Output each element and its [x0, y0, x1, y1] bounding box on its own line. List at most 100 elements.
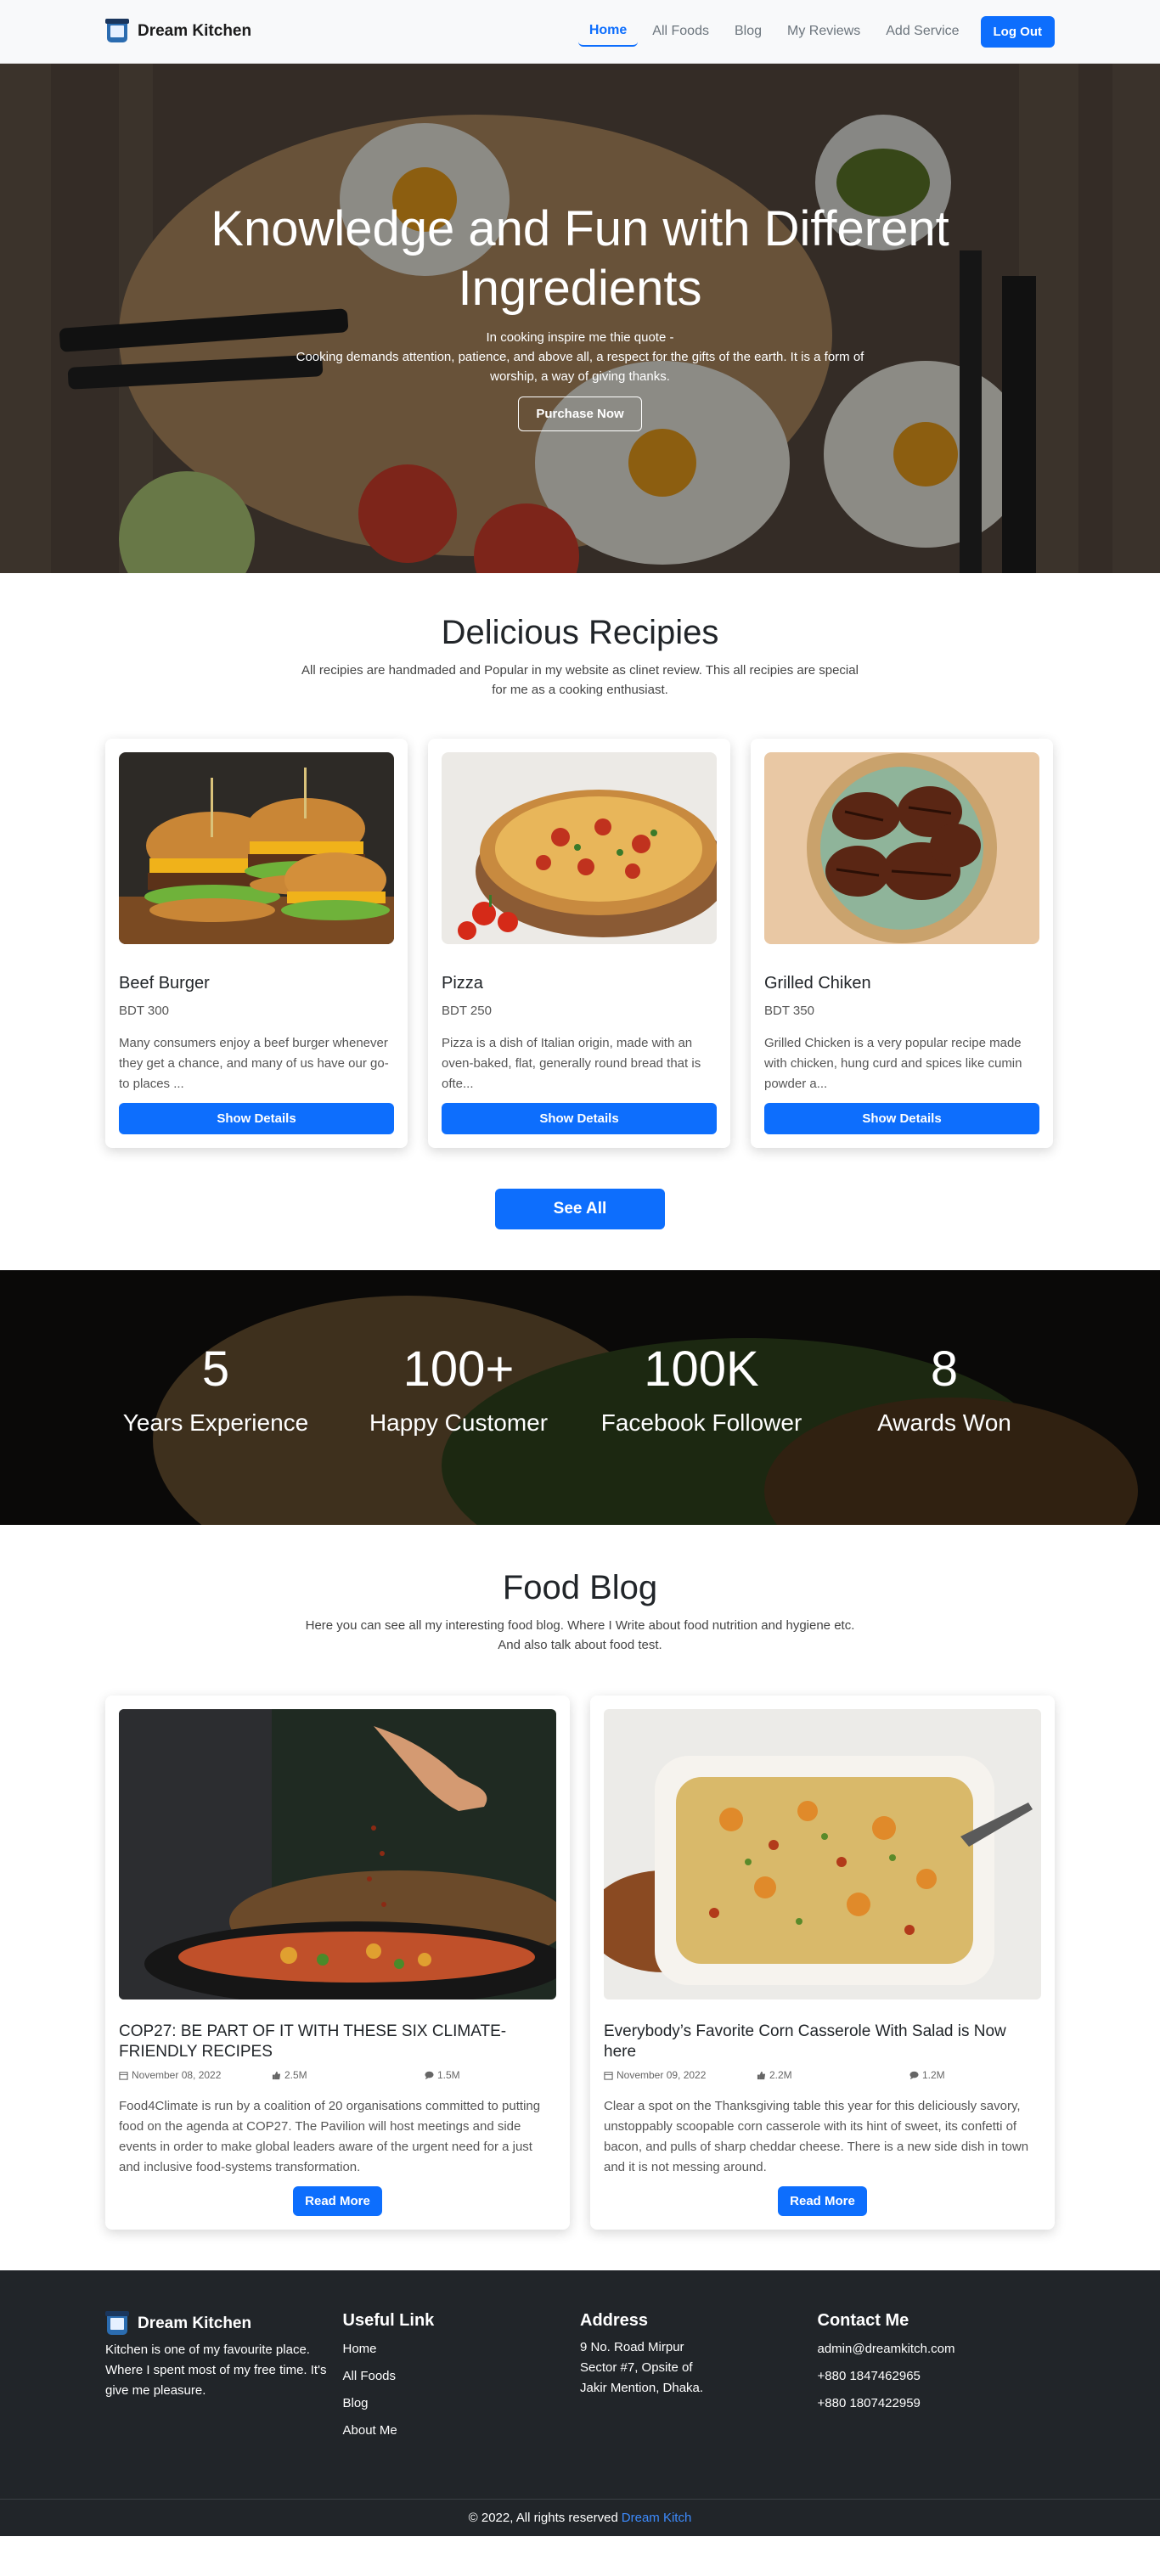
- footer-link-about-me[interactable]: About Me: [343, 2417, 581, 2444]
- post-likes-count: 2.2M: [769, 2069, 792, 2081]
- blog-card: Everybody’s Favorite Corn Casserole With…: [590, 1696, 1055, 2230]
- recipe-description: Grilled Chicken is a very popular recipe…: [764, 1036, 1022, 1091]
- post-comments: 1.5M: [425, 2069, 460, 2081]
- contact-email[interactable]: admin@dreamkitch.com: [818, 2336, 1056, 2363]
- blog-post-title[interactable]: Everybody’s Favorite Corn Casserole With…: [604, 2022, 1041, 2062]
- recipe-card: Beef Burger BDT 300 Many consumers enjoy…: [105, 739, 408, 1148]
- comment-icon[interactable]: [909, 2071, 919, 2080]
- post-comments: 1.2M: [909, 2069, 945, 2081]
- brand[interactable]: Dream Kitchen: [105, 19, 251, 44]
- show-details-button[interactable]: Show Details: [442, 1103, 717, 1134]
- footer-about-text: Kitchen is one of my favourite place. Wh…: [105, 2343, 327, 2398]
- post-likes: 2.2M: [757, 2069, 909, 2081]
- nav-blog[interactable]: Blog: [724, 17, 773, 46]
- read-more-button[interactable]: Read More: [293, 2186, 382, 2216]
- stats-row: 5 Years Experience 100+ Happy Customer 1…: [105, 1345, 1055, 1437]
- stat-number: 100+: [403, 1341, 515, 1397]
- post-date: November 08, 2022: [119, 2069, 272, 2081]
- hero-title: Knowledge and Fun with Different Ingredi…: [211, 201, 949, 316]
- contact-title: Contact Me: [817, 2311, 909, 2330]
- stat-item: 5 Years Experience: [105, 1345, 326, 1437]
- thumbs-up-icon[interactable]: [272, 2071, 281, 2080]
- stats-section: 5 Years Experience 100+ Happy Customer 1…: [0, 1270, 1160, 1525]
- recipe-description: Many consumers enjoy a beef burger whene…: [119, 1036, 389, 1091]
- address-title: Address: [580, 2311, 649, 2330]
- recipe-name: Beef Burger: [119, 974, 210, 993]
- stat-number: 5: [201, 1341, 230, 1397]
- nav-add-service[interactable]: Add Service: [875, 17, 970, 46]
- blog-post-description: Clear a spot on the Thanksgiving table t…: [604, 2099, 1029, 2174]
- footer-link-all-foods[interactable]: All Foods: [343, 2363, 581, 2390]
- see-all-button[interactable]: See All: [495, 1189, 665, 1229]
- pizza-image: [442, 752, 717, 944]
- footer: Dream Kitchen Kitchen is one of my favou…: [0, 2270, 1160, 2536]
- recipe-name: Pizza: [442, 974, 483, 993]
- post-likes: 2.5M: [272, 2069, 425, 2081]
- post-comments-count: 1.2M: [922, 2069, 945, 2081]
- thumbs-up-icon[interactable]: [757, 2071, 766, 2080]
- calendar-icon: [119, 2071, 128, 2080]
- stat-label: Awards Won: [877, 1409, 1011, 1436]
- stat-item: 8 Awards Won: [834, 1345, 1055, 1437]
- stat-label: Happy Customer: [369, 1409, 549, 1436]
- blog-description: Here you can see all my interesting food…: [305, 1618, 855, 1652]
- nav-all-foods[interactable]: All Foods: [641, 17, 720, 46]
- purchase-now-button[interactable]: Purchase Now: [518, 397, 642, 432]
- recipe-description: Pizza is a dish of Italian origin, made …: [442, 1036, 701, 1091]
- useful-link-title: Useful Link: [342, 2311, 435, 2330]
- blog-post-image: [119, 1709, 556, 1999]
- hero-content: Knowledge and Fun with Different Ingredi…: [0, 200, 1160, 432]
- grilled-chicken-image: [764, 752, 1039, 944]
- footer-link-blog[interactable]: Blog: [343, 2390, 581, 2417]
- nav-home[interactable]: Home: [577, 16, 639, 47]
- calendar-icon: [604, 2071, 613, 2080]
- footer-useful-links: Useful Link Home All Foods Blog About Me: [343, 2311, 581, 2444]
- recipe-card: Grilled Chiken BDT 350 Grilled Chicken i…: [751, 739, 1053, 1148]
- show-details-button[interactable]: Show Details: [764, 1103, 1039, 1134]
- copyright-link[interactable]: Dream Kitch: [622, 2511, 692, 2525]
- post-date-text: November 09, 2022: [617, 2069, 707, 2081]
- blog-post-meta: November 09, 2022 2.2M 1.2M: [604, 2069, 1041, 2081]
- read-more-button[interactable]: Read More: [778, 2186, 867, 2216]
- recipe-price: BDT 350: [764, 1004, 814, 1018]
- kitchen-logo-icon: [105, 2311, 129, 2337]
- navbar: Dream Kitchen Home All Foods Blog My Rev…: [0, 0, 1160, 64]
- post-date: November 09, 2022: [604, 2069, 757, 2081]
- recipe-price: BDT 300: [119, 1004, 169, 1018]
- brand-name: Dream Kitchen: [138, 22, 252, 40]
- footer-brand-name: Dream Kitchen: [138, 2314, 252, 2332]
- contact-phone[interactable]: +880 1807422959: [818, 2390, 1056, 2417]
- footer-about: Dream Kitchen Kitchen is one of my favou…: [105, 2311, 343, 2444]
- recipe-card: Pizza BDT 250 Pizza is a dish of Italian…: [428, 739, 730, 1148]
- stat-number: 8: [930, 1341, 959, 1397]
- stat-number: 100K: [644, 1341, 759, 1397]
- blog-post-description: Food4Climate is run by a coalition of 20…: [119, 2099, 541, 2174]
- kitchen-logo-icon: [105, 19, 129, 44]
- stat-item: 100K Facebook Follower: [591, 1345, 812, 1437]
- footer-link-home[interactable]: Home: [343, 2336, 581, 2363]
- post-comments-count: 1.5M: [437, 2069, 460, 2081]
- stat-item: 100+ Happy Customer: [348, 1345, 569, 1437]
- hero-banner: Knowledge and Fun with Different Ingredi…: [0, 64, 1160, 573]
- nav-my-reviews[interactable]: My Reviews: [776, 17, 871, 46]
- address-text: 9 No. Road Mirpur Sector #7, Opsite of J…: [580, 2340, 704, 2395]
- post-likes-count: 2.5M: [284, 2069, 307, 2081]
- recipes-section: Delicious Recipies All recipies are hand…: [0, 573, 1160, 1270]
- footer-address: Address 9 No. Road Mirpur Sector #7, Ops…: [580, 2311, 818, 2444]
- blog-title: Food Blog: [502, 1569, 658, 1606]
- recipe-price: BDT 250: [442, 1004, 492, 1018]
- recipes-title: Delicious Recipies: [441, 614, 719, 651]
- show-details-button[interactable]: Show Details: [119, 1103, 394, 1134]
- blog-card: COP27: BE PART OF IT WITH THESE SIX CLIM…: [105, 1696, 570, 2230]
- copyright-text: © 2022, All rights reserved: [468, 2511, 618, 2525]
- stat-label: Facebook Follower: [600, 1409, 802, 1436]
- copyright-bar: © 2022, All rights reserved Dream Kitch: [0, 2499, 1160, 2536]
- stat-label: Years Experience: [122, 1409, 309, 1436]
- comment-icon[interactable]: [425, 2071, 434, 2080]
- blog-post-image: [604, 1709, 1041, 1999]
- contact-phone[interactable]: +880 1847462965: [818, 2363, 1056, 2390]
- blog-post-title[interactable]: COP27: BE PART OF IT WITH THESE SIX CLIM…: [119, 2022, 556, 2062]
- blog-grid: COP27: BE PART OF IT WITH THESE SIX CLIM…: [0, 1696, 1160, 2230]
- recipe-grid: Beef Burger BDT 300 Many consumers enjoy…: [0, 739, 1160, 1148]
- logout-button[interactable]: Log Out: [980, 15, 1055, 48]
